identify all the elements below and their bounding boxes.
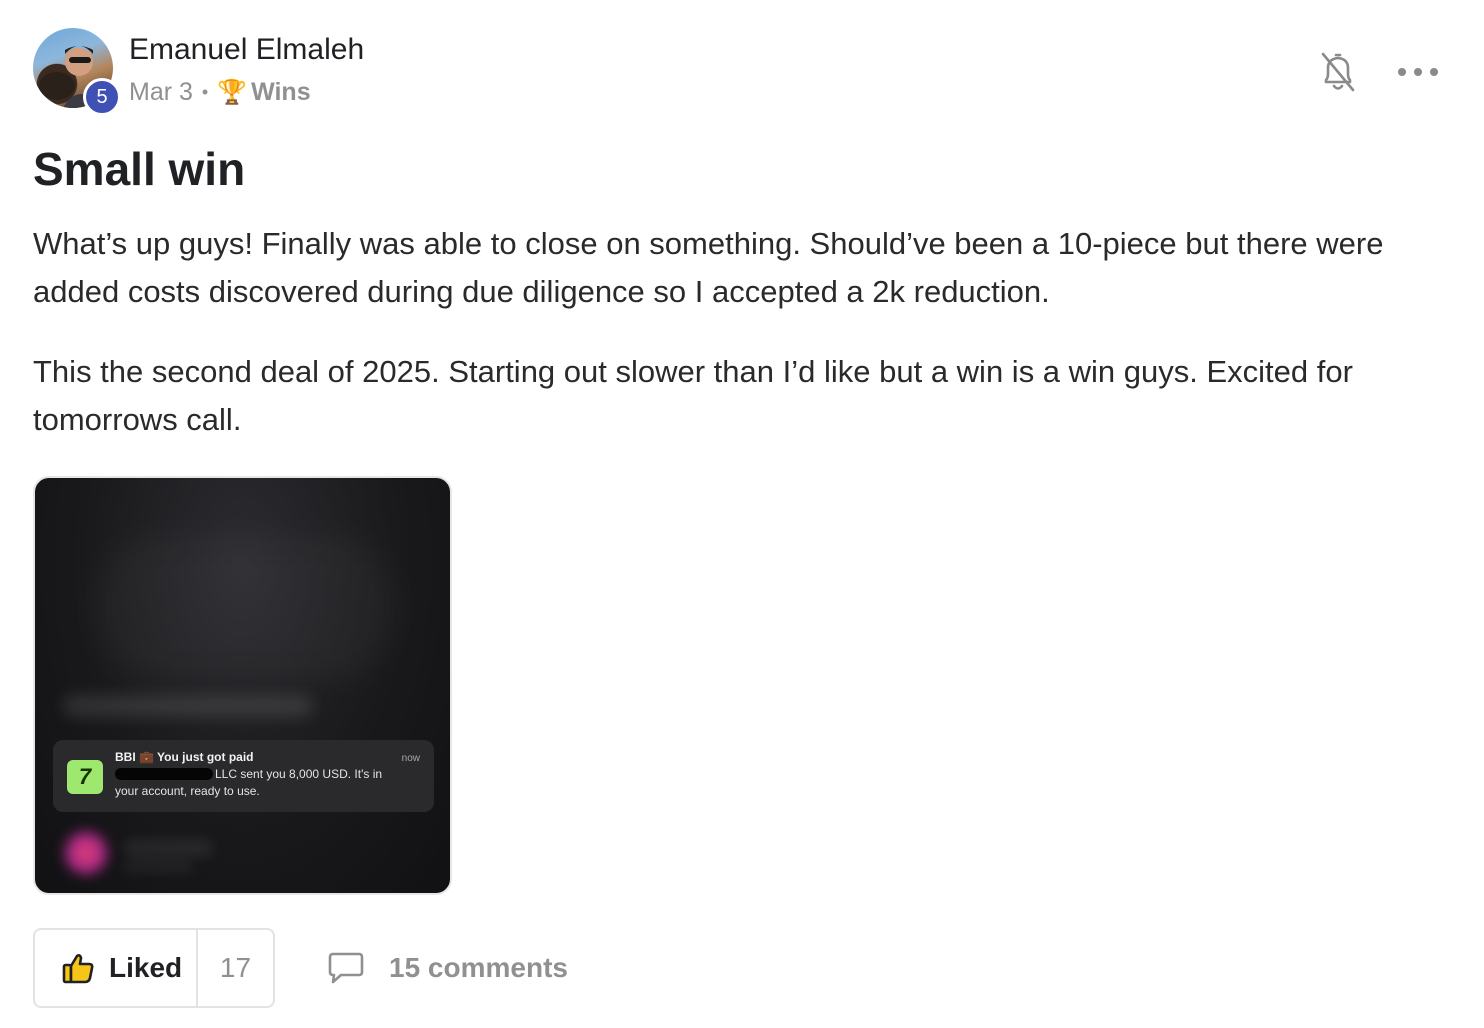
more-options-button[interactable] [1398, 60, 1438, 84]
author-name[interactable]: Emanuel Elmaleh [129, 33, 364, 67]
more-dot [1430, 68, 1438, 76]
thumbs-up-icon [62, 954, 94, 984]
notification-body-line: your account, ready to use. [115, 784, 260, 798]
notification-title: BBI 💼 You just got paid [115, 750, 254, 764]
comment-bubble-icon [328, 952, 364, 984]
attachment-image[interactable]: 7 BBI 💼 You just got paid now LLC sent y… [33, 476, 452, 895]
notification-time: now [401, 753, 420, 764]
comments-count-label: 15 comments [389, 952, 568, 983]
post-meta: Mar 3 • 🏆 Wins [129, 78, 311, 107]
post-title: Small win [33, 143, 246, 195]
notification-body-line: LLC sent you 8,000 USD. It's in [215, 767, 383, 781]
blurred-background [95, 538, 395, 678]
post-paragraph: This the second deal of 2025. Starting o… [33, 354, 1353, 437]
comments-button[interactable]: 15 comments [327, 946, 568, 990]
blurred-text [123, 840, 213, 856]
more-dot [1414, 68, 1422, 76]
more-dot [1398, 68, 1406, 76]
redaction-mark [115, 768, 213, 780]
category-link[interactable]: Wins [251, 78, 311, 107]
post-date: Mar 3 [129, 78, 193, 106]
meta-separator: • [201, 82, 209, 102]
like-label: Liked [109, 952, 183, 983]
wise-app-icon: 7 [67, 760, 103, 794]
bell-off-icon[interactable] [1317, 50, 1359, 94]
payment-notification: 7 BBI 💼 You just got paid now LLC sent y… [53, 740, 434, 812]
like-button[interactable]: Liked [35, 930, 198, 1006]
trophy-icon: 🏆 [217, 79, 248, 106]
post-card: 5 Emanuel Elmaleh Mar 3 • 🏆 Wins Small w… [0, 0, 1484, 1028]
like-group: Liked 17 [33, 928, 275, 1008]
blurred-app-icon [63, 830, 109, 876]
author-avatar[interactable]: 5 [33, 28, 121, 116]
post-paragraph: What’s up guys! Finally was able to clos… [33, 226, 1384, 309]
blurred-text [123, 860, 193, 872]
level-badge: 5 [83, 78, 121, 116]
blurred-text [63, 696, 313, 716]
like-count[interactable]: 17 [198, 930, 273, 1006]
